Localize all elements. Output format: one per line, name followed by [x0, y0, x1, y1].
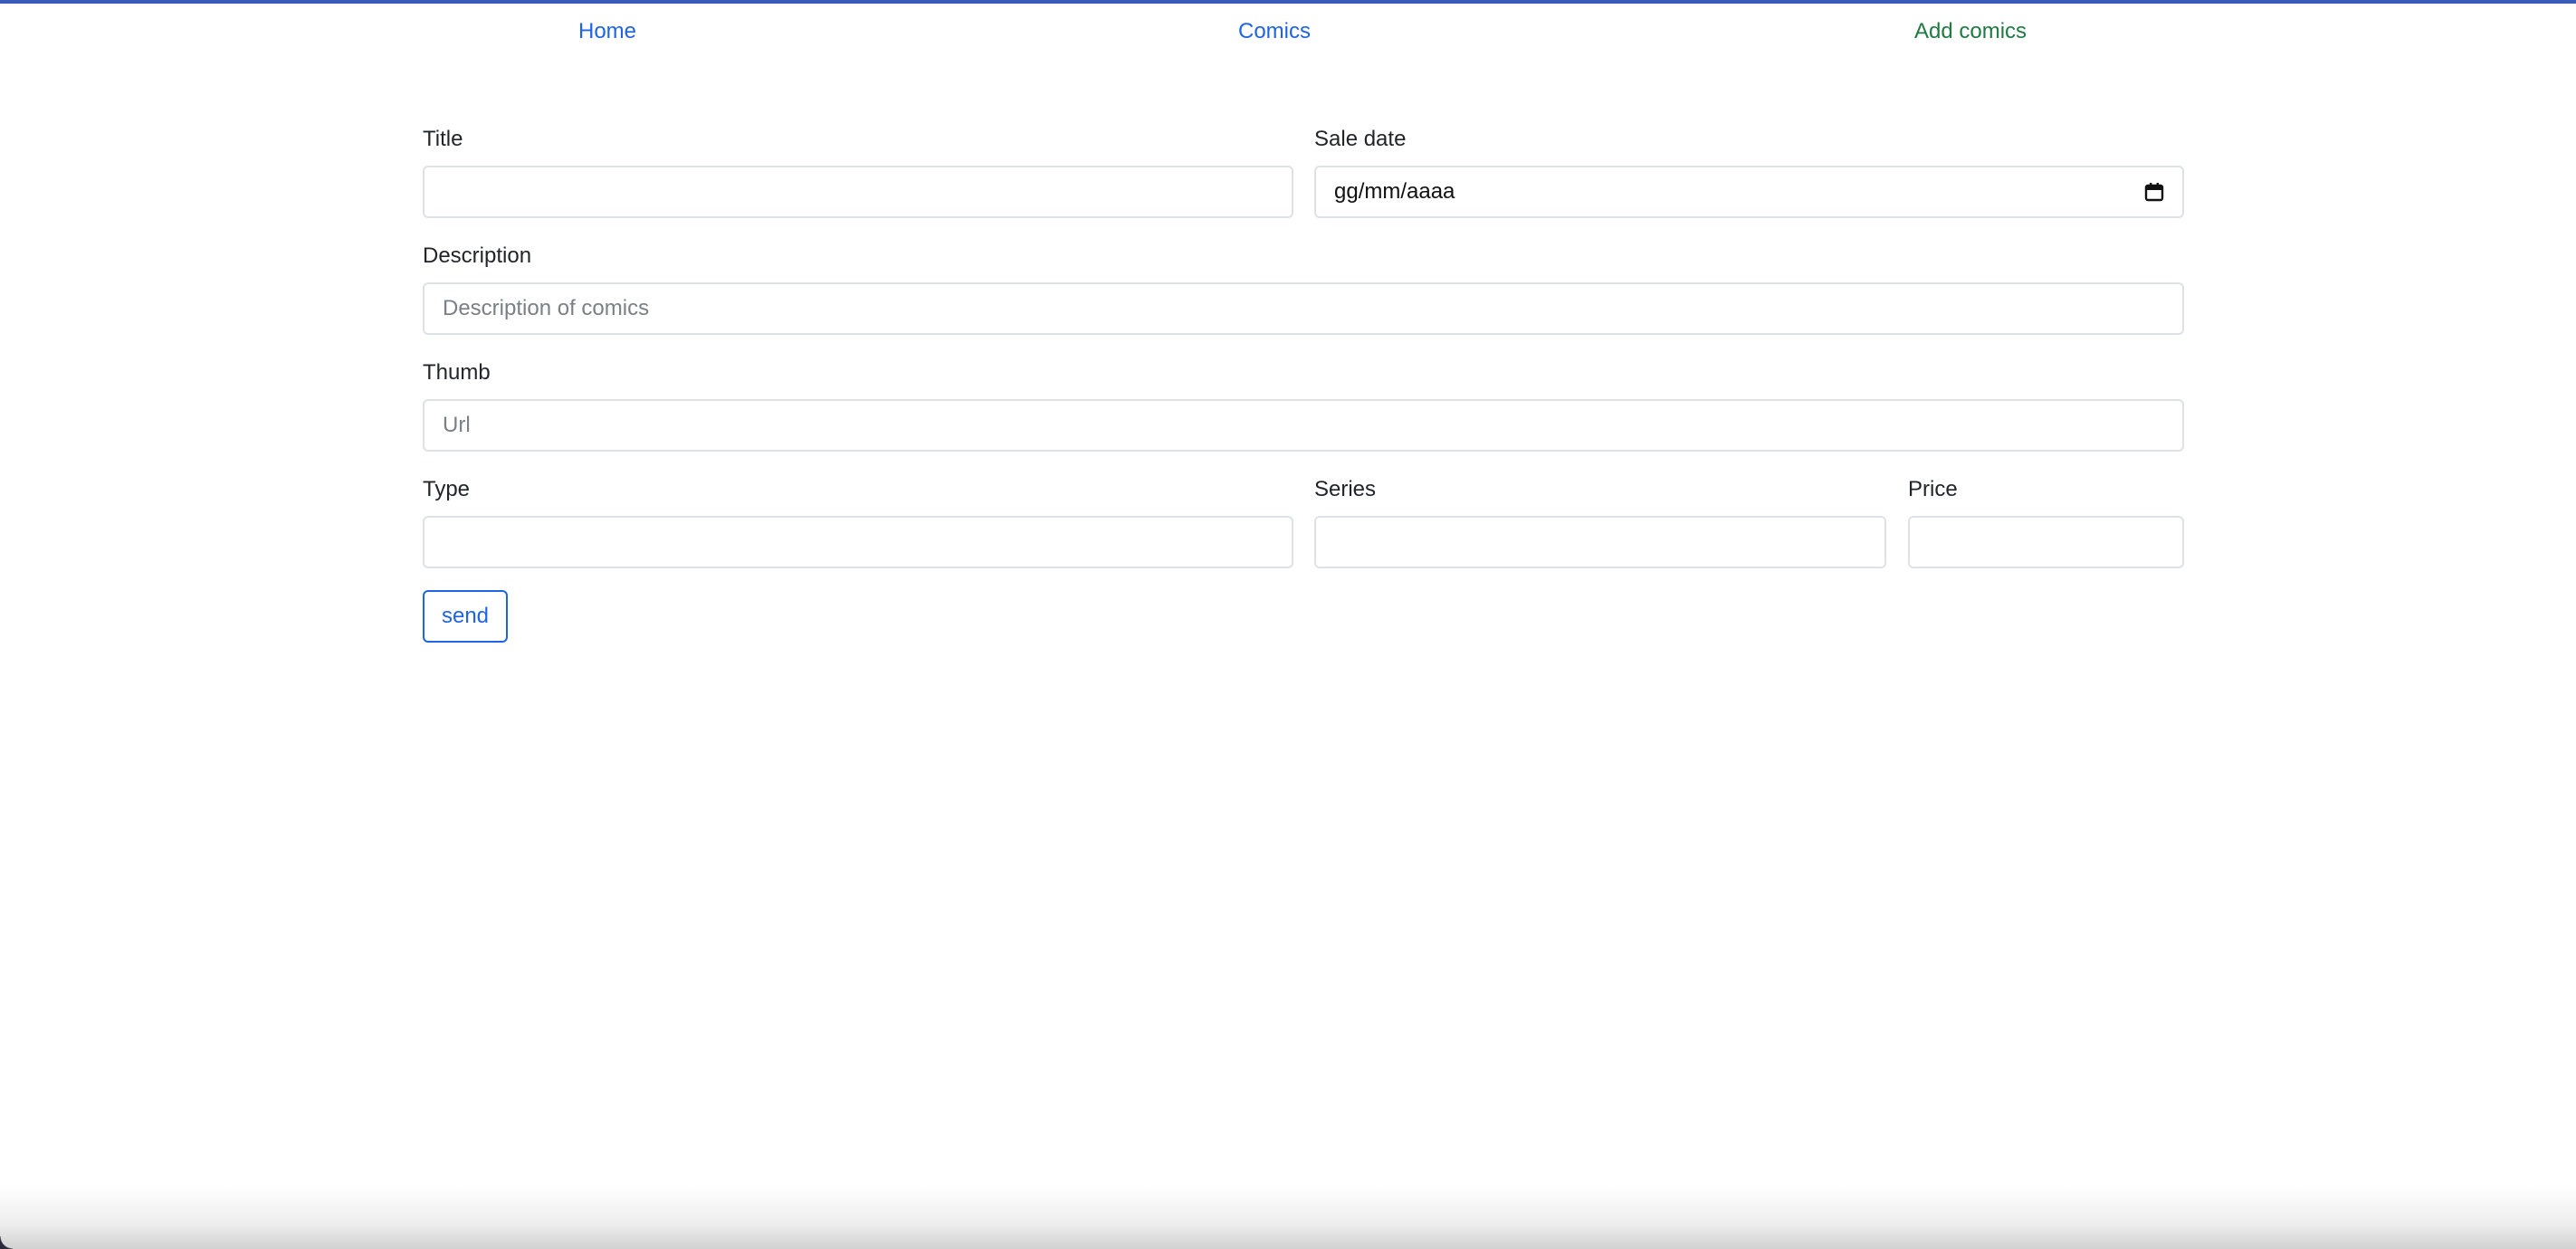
window-corner: [0, 1236, 13, 1249]
price-label: Price: [1908, 477, 1958, 501]
description-label: Description: [423, 243, 532, 268]
type-input[interactable]: [423, 516, 1293, 568]
sale-date-placeholder: gg/mm/aaaa: [1334, 179, 1455, 204]
sale-date-input[interactable]: gg/mm/aaaa: [1314, 166, 2184, 218]
description-input[interactable]: [423, 282, 2184, 335]
series-label: Series: [1314, 477, 1377, 501]
top-navigation: Home Comics Add comics: [0, 4, 2576, 58]
send-button[interactable]: send: [423, 590, 508, 643]
calendar-icon[interactable]: [2144, 182, 2164, 202]
title-label: Title: [423, 127, 463, 151]
window-bottom-shadow: [0, 1186, 2576, 1249]
title-input[interactable]: [423, 166, 1293, 218]
nav-link-add-comics[interactable]: Add comics: [1914, 18, 2027, 45]
nav-link-comics[interactable]: Comics: [1238, 18, 1311, 45]
nav-link-home[interactable]: Home: [578, 18, 636, 45]
thumb-label: Thumb: [423, 360, 491, 385]
price-input[interactable]: [1908, 516, 2184, 568]
type-label: Type: [423, 477, 471, 501]
thumb-url-input[interactable]: [423, 399, 2184, 452]
sale-date-label: Sale date: [1314, 127, 1407, 151]
series-input[interactable]: [1314, 516, 1886, 568]
